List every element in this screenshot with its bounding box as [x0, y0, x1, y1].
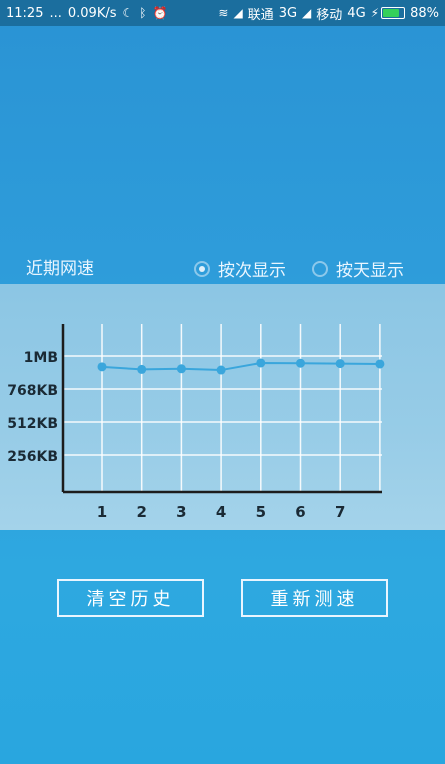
radio-by-count-label: 按次显示 [218, 261, 286, 281]
y-tick-label: 512KB [7, 416, 58, 432]
data-point [216, 365, 226, 375]
radio-by-day[interactable]: 按天显示 [312, 256, 404, 281]
radio-by-day-label: 按天显示 [336, 261, 404, 281]
clear-history-button[interactable]: 清空历史 [57, 579, 204, 617]
bluetooth-icon: ᛒ [139, 6, 147, 20]
y-tick-label: 768KB [7, 383, 58, 399]
radio-button-icon [312, 260, 328, 277]
notification-dots: ... [49, 5, 62, 21]
battery-icon: ⚡ [370, 6, 406, 20]
retest-speed-button[interactable]: 重新测速 [241, 579, 388, 617]
recent-speed-title: 近期网速 [26, 259, 94, 279]
clock: 11:25 [6, 5, 44, 21]
status-bar: 11:25 ... 0.09K/s ☾ ᛒ ⏰ ≋ ◢ 联通 3G ◢ 移动 4… [0, 0, 445, 26]
radio-button-icon [194, 260, 210, 277]
moon-icon: ☾ [122, 6, 134, 20]
speed-chart-panel: 1MB 768KB 512KB 256KB 1 2 3 4 5 6 7 [0, 284, 445, 530]
data-point [137, 364, 147, 374]
speed-line-chart: 1MB 768KB 512KB 256KB 1 2 3 4 5 6 7 [7, 324, 385, 521]
alarm-icon: ⏰ [152, 6, 168, 20]
data-point [296, 358, 305, 368]
x-tick-label: 3 [176, 503, 186, 521]
data-point [335, 359, 345, 369]
data-point [256, 358, 266, 368]
network-type-1: 3G [278, 5, 298, 21]
charging-icon: ⚡ [370, 6, 380, 20]
y-tick-label: 256KB [7, 449, 58, 465]
data-point [176, 364, 186, 374]
x-tick-label: 1 [97, 503, 107, 521]
carrier-1: 联通 [247, 7, 274, 23]
x-tick-label: 5 [256, 503, 266, 521]
speed-test-screen: 11:25 ... 0.09K/s ☾ ᛒ ⏰ ≋ ◢ 联通 3G ◢ 移动 4… [0, 0, 445, 764]
radio-by-count[interactable]: 按次显示 [194, 256, 286, 281]
battery-percent: 88% [410, 5, 439, 21]
signal-icon: ◢ [302, 6, 312, 20]
wifi-icon: ≋ [218, 6, 229, 20]
signal-icon: ◢ [233, 6, 243, 20]
x-tick-label: 6 [295, 503, 305, 521]
network-type-2: 4G [347, 5, 366, 21]
y-tick-label: 1MB [24, 350, 58, 366]
data-point [375, 359, 385, 369]
x-tick-label: 7 [335, 503, 345, 521]
carrier-2: 移动 [316, 7, 343, 23]
network-speed: 0.09K/s [67, 5, 117, 21]
recent-speed-header: 近期网速 按次显示 按天显示 [0, 248, 445, 284]
x-tick-label: 2 [136, 503, 146, 521]
data-point [97, 362, 107, 372]
x-tick-label: 4 [216, 503, 226, 521]
